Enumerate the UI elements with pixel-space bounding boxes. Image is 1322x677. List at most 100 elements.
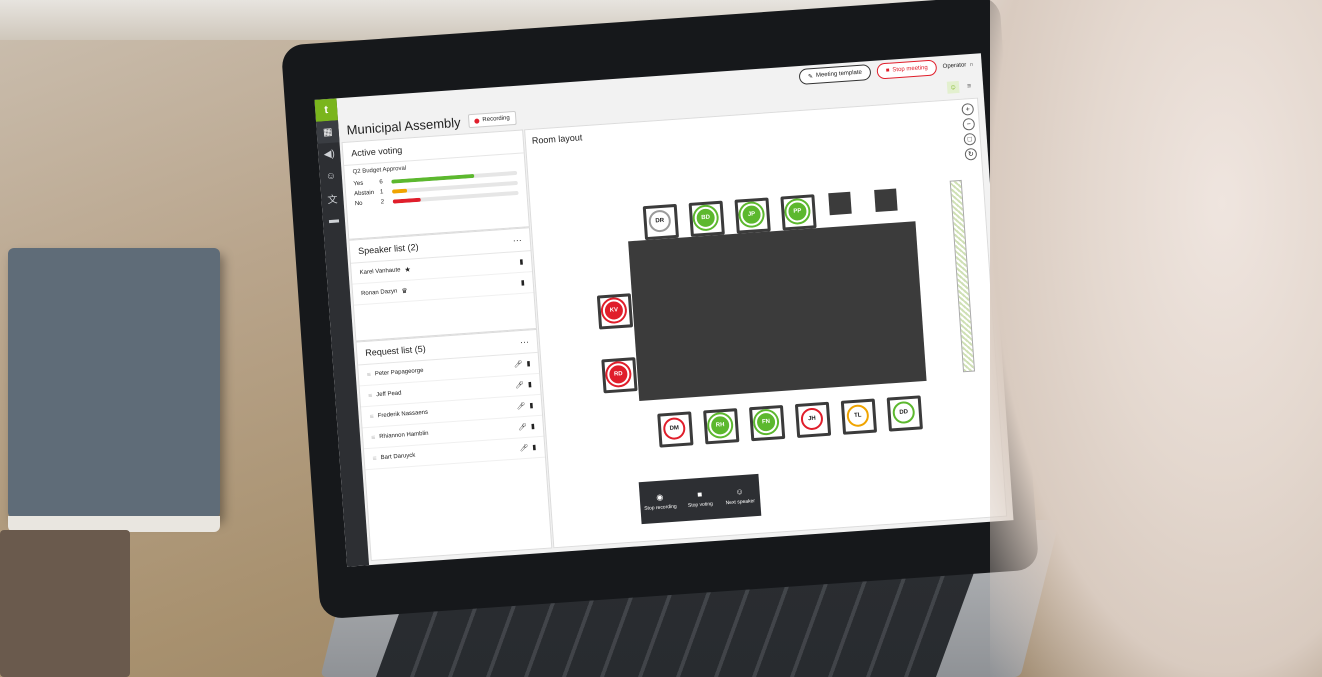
- request-list: ≡ Peter Papageorge 🎤︎ ▮ ≡ Jeff Pead 🎤︎ ▮…: [358, 352, 546, 471]
- app-logo-icon[interactable]: t: [314, 98, 338, 122]
- participant-chip[interactable]: DM: [662, 416, 687, 441]
- zoom-out-icon[interactable]: −: [962, 117, 976, 131]
- microphone-icon[interactable]: 🎤︎: [516, 402, 525, 411]
- delete-icon[interactable]: ▮: [519, 258, 523, 266]
- participant-chip[interactable]: FN: [754, 410, 778, 434]
- fit-icon[interactable]: □: [963, 132, 977, 146]
- projection-screen: [949, 179, 976, 373]
- participant-chip[interactable]: DD: [891, 400, 916, 425]
- stop-voting-button[interactable]: ■ Stop voting: [679, 477, 722, 522]
- drag-handle-icon[interactable]: ≡: [369, 413, 374, 420]
- seat[interactable]: DR: [642, 203, 679, 241]
- participant-chip[interactable]: PP: [785, 199, 810, 224]
- requester-name: Peter Papageorge: [374, 367, 424, 378]
- seat[interactable]: RD: [601, 357, 638, 394]
- microphone-icon[interactable]: 🎤︎: [519, 444, 528, 453]
- document-icon[interactable]: ▬: [322, 208, 345, 231]
- pencil-icon: ✎: [807, 73, 814, 80]
- headset-icon: ∩: [969, 61, 974, 69]
- participant-chip[interactable]: TL: [846, 403, 870, 428]
- active-voting-panel: Active voting Q2 Budget Approval Yes 6 A…: [341, 129, 530, 240]
- requester-name: Frederik Nassaens: [377, 409, 429, 420]
- seat[interactable]: PP: [780, 194, 817, 231]
- zoom-in-icon[interactable]: +: [961, 102, 975, 116]
- microphone-icon[interactable]: 🎤︎: [515, 381, 524, 390]
- seat[interactable]: FN: [748, 404, 786, 442]
- operator-menu[interactable]: Operator ∩: [943, 62, 974, 70]
- delete-icon[interactable]: ▮: [531, 422, 535, 430]
- participant-chip[interactable]: BD: [693, 206, 718, 230]
- vote-count: 2: [380, 199, 385, 206]
- seat[interactable]: JP: [734, 197, 771, 234]
- delete-icon[interactable]: ▮: [528, 380, 532, 388]
- requester-name: Rhiannon Hamblin: [379, 430, 429, 441]
- stop-meeting-button[interactable]: ■ Stop meeting: [876, 59, 938, 80]
- delete-icon[interactable]: ▮: [532, 443, 536, 451]
- vote-label: No: [354, 200, 363, 208]
- empty-seat[interactable]: [874, 188, 898, 212]
- dashboard-icon[interactable]: ▦: [316, 120, 340, 144]
- next-speaker-button[interactable]: ☺ Next speaker: [718, 474, 761, 519]
- drag-handle-icon[interactable]: ≡: [372, 455, 377, 462]
- panel-title: Request list: [364, 344, 413, 358]
- participant-chip[interactable]: RD: [606, 362, 631, 387]
- seat[interactable]: BD: [688, 200, 725, 237]
- translate-icon[interactable]: 文: [321, 186, 344, 209]
- conference-table: [628, 221, 927, 401]
- list-view-icon[interactable]: ≡: [963, 80, 976, 93]
- drag-handle-icon[interactable]: ≡: [371, 434, 376, 441]
- requester-name: Jeff Pead: [376, 390, 402, 399]
- vote-label: Abstain: [353, 189, 375, 198]
- seat[interactable]: RH: [703, 408, 740, 445]
- record-icon: ◉: [655, 492, 664, 503]
- view-toggle: ☺ ≡: [946, 80, 976, 94]
- more-icon[interactable]: ···: [512, 235, 522, 246]
- next-speaker-icon: ☺: [735, 486, 744, 497]
- vote-count: 6: [379, 179, 383, 186]
- drag-handle-icon[interactable]: ≡: [368, 392, 373, 399]
- delete-icon[interactable]: ▮: [526, 359, 530, 367]
- room-layout-panel: Room layout + − □ ↻ DR BD JP PP KV RD DM RH FN JH…: [524, 97, 1008, 549]
- participant-chip[interactable]: KV: [602, 298, 626, 323]
- record-dot-icon: [474, 117, 480, 124]
- drag-handle-icon[interactable]: ≡: [367, 371, 372, 378]
- microphone-icon[interactable]: 🎤︎: [518, 423, 527, 432]
- request-count: (5): [414, 343, 427, 355]
- participants-icon[interactable]: ☺: [319, 164, 342, 187]
- participant-chip[interactable]: JH: [800, 407, 824, 431]
- meeting-template-button[interactable]: ✎ Meeting template: [798, 64, 872, 85]
- seat[interactable]: JH: [794, 401, 832, 439]
- action-bar: ◉ Stop recording ■ Stop voting ☺ Next sp…: [638, 473, 762, 525]
- vote-count: 1: [379, 189, 384, 196]
- microphone-icon[interactable]: 🎤︎: [513, 360, 522, 369]
- vote-bar-fill: [392, 197, 421, 204]
- seat[interactable]: DD: [886, 395, 923, 432]
- seat[interactable]: DM: [657, 411, 694, 448]
- seat-view-icon[interactable]: ☺: [946, 80, 960, 94]
- more-icon[interactable]: ···: [520, 337, 530, 348]
- stop-recording-button[interactable]: ◉ Stop recording: [639, 479, 682, 524]
- panel-title: Speaker list: [357, 242, 406, 257]
- seat[interactable]: TL: [840, 398, 878, 435]
- speaker-list-panel: Speaker list (2) ··· Karel Vanhaute ★ ▮ …: [348, 227, 538, 342]
- requester-name: Bart Daruyck: [380, 452, 416, 462]
- participant-chip[interactable]: JP: [739, 202, 764, 227]
- request-list-panel: Request list (5) ··· ≡ Peter Papageorge …: [355, 328, 553, 562]
- notebook: [8, 248, 220, 532]
- seat[interactable]: KV: [596, 293, 634, 330]
- reset-icon[interactable]: ↻: [964, 147, 978, 161]
- stop-icon: ■: [696, 489, 703, 500]
- participant-chip[interactable]: DR: [648, 209, 672, 233]
- vote-bar-fill: [391, 188, 408, 194]
- delete-icon[interactable]: ▮: [521, 279, 525, 287]
- star-icon: ★: [404, 266, 412, 274]
- folder: [0, 530, 130, 677]
- audio-icon[interactable]: ◀): [318, 142, 341, 165]
- speaker-name: Ronan Dazyn: [360, 288, 398, 298]
- participant-chip[interactable]: RH: [708, 413, 732, 438]
- vote-label: Yes: [353, 180, 364, 188]
- empty-seat[interactable]: [828, 191, 852, 216]
- delete-icon[interactable]: ▮: [529, 401, 533, 409]
- stop-icon: ■: [885, 67, 890, 74]
- recording-badge: Recording: [468, 110, 517, 129]
